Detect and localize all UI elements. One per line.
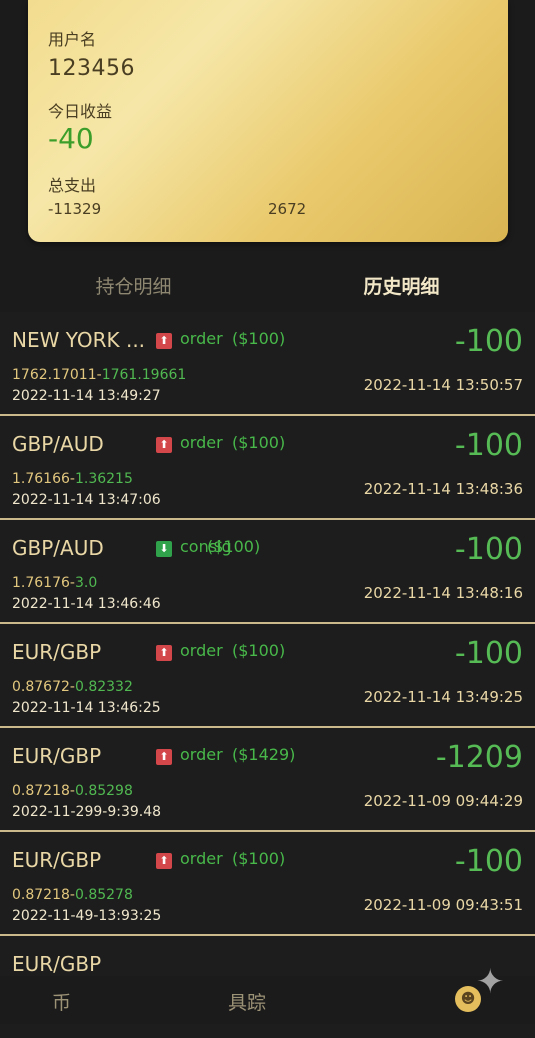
open-time: 2022-11-299-9:39.48 xyxy=(12,804,162,820)
open-time: 2022-11-14 13:46:46 xyxy=(12,596,161,612)
order-type: order xyxy=(180,745,223,764)
order-row[interactable]: EUR/GBP ⬆ order ($100) 0.87218-0.85278 2… xyxy=(0,832,535,936)
close-price: 0.85278 xyxy=(74,887,133,903)
close-time: 2022-11-09 09:44:29 xyxy=(363,792,523,810)
order-type: order xyxy=(180,329,223,348)
order-row[interactable]: EUR/GBP ⬆ order ($1429) 0.87218-0.85298 … xyxy=(0,728,535,832)
username-value: 123456 xyxy=(48,56,135,81)
order-prices: 1.76166-1.36215 xyxy=(12,471,133,487)
order-symbol: EUR/GBP xyxy=(12,848,102,872)
total-expense-value: -11329 xyxy=(48,200,102,218)
open-price: 1762.17011 xyxy=(12,367,97,383)
order-prices: 1.76176-3.0 xyxy=(12,575,98,591)
open-price: 1.76166 xyxy=(12,471,70,487)
right-value: 2672 xyxy=(268,200,307,218)
open-time: 2022-11-14 13:49:27 xyxy=(12,388,161,404)
order-symbol: NEW YORK ... xyxy=(12,328,146,352)
tab-bar: 持仓明细 历史明细 xyxy=(0,264,535,314)
tab-positions[interactable]: 持仓明细 xyxy=(0,264,267,312)
close-time: 2022-11-09 09:43:51 xyxy=(363,896,523,914)
order-type: order xyxy=(180,849,223,868)
nav-item-2[interactable]: 具踪 xyxy=(228,988,266,1015)
order-prices: 0.87218-0.85298 xyxy=(12,783,133,799)
tab-history[interactable]: 历史明细 xyxy=(268,264,535,314)
order-profit: -1209 xyxy=(435,740,523,775)
order-prices: 0.87672-0.82332 xyxy=(12,679,133,695)
close-price: 3.0 xyxy=(74,575,98,591)
direction-up-icon: ⬆ xyxy=(156,749,172,765)
open-price: 0.87672 xyxy=(12,679,70,695)
direction-up-icon: ⬆ xyxy=(156,333,172,349)
order-profit: -100 xyxy=(454,532,523,567)
open-time: 2022-11-14 13:47:06 xyxy=(12,492,161,508)
username-label: 用户名 xyxy=(48,30,97,49)
direction-up-icon: ⬆ xyxy=(156,853,172,869)
open-time: 2022-11-14 13:46:25 xyxy=(12,700,161,716)
close-time: 2022-11-14 13:48:16 xyxy=(363,584,523,602)
open-price: 0.87218 xyxy=(12,783,70,799)
order-profit: -100 xyxy=(454,428,523,463)
nav-item-1[interactable]: 币 xyxy=(52,988,71,1015)
order-symbol: EUR/GBP xyxy=(12,640,102,664)
close-time: 2022-11-14 13:48:36 xyxy=(363,480,523,498)
order-row[interactable]: GBP/AUD ⬆ order ($100) 1.76166-1.36215 2… xyxy=(0,416,535,520)
order-profit: -100 xyxy=(454,636,523,671)
close-price: 0.82332 xyxy=(74,679,133,695)
open-price: 0.87218 xyxy=(12,887,70,903)
order-symbol: GBP/AUD xyxy=(12,432,104,456)
order-amount: ($100) xyxy=(207,537,261,556)
direction-down-icon: ⬇ xyxy=(156,541,172,557)
order-profit: -100 xyxy=(454,324,523,359)
order-profit: -100 xyxy=(454,844,523,879)
open-time: 2022-11-49-13:93:25 xyxy=(12,908,162,924)
order-amount: ($100) xyxy=(232,849,286,868)
today-income-value: -40 xyxy=(48,122,94,155)
close-price: 1.36215 xyxy=(74,471,133,487)
direction-up-icon: ⬆ xyxy=(156,645,172,661)
direction-up-icon: ⬆ xyxy=(156,437,172,453)
order-type: order xyxy=(180,433,223,452)
order-row[interactable]: NEW YORK ... ⬆ order ($100) 1762.17011-1… xyxy=(0,312,535,416)
order-symbol: EUR/GBP xyxy=(12,952,102,976)
close-price: 1761.19661 xyxy=(101,367,187,383)
account-card: 用户名 123456 今日收益 -40 总支出 -11329 2672 xyxy=(28,0,508,242)
close-time: 2022-11-14 13:50:57 xyxy=(363,376,523,394)
order-list: NEW YORK ... ⬆ order ($100) 1762.17011-1… xyxy=(0,312,535,1038)
order-amount: ($100) xyxy=(232,329,286,348)
order-prices: 0.87218-0.85278 xyxy=(12,887,133,903)
bottom-nav: 币 具踪 ☻ xyxy=(0,976,535,1024)
close-time: 2022-11-14 13:49:25 xyxy=(363,688,523,706)
total-expense-label: 总支出 xyxy=(48,176,97,195)
order-symbol: GBP/AUD xyxy=(12,536,104,560)
open-price: 1.76176 xyxy=(12,575,70,591)
order-amount: ($100) xyxy=(232,641,286,660)
order-amount: ($100) xyxy=(232,433,286,452)
order-type: order xyxy=(180,641,223,660)
order-row[interactable]: EUR/GBP ⬆ order ($100) 0.87672-0.82332 2… xyxy=(0,624,535,728)
today-income-label: 今日收益 xyxy=(48,102,113,121)
order-symbol: EUR/GBP xyxy=(12,744,102,768)
order-amount: ($1429) xyxy=(232,745,296,764)
close-price: 0.85298 xyxy=(74,783,133,799)
sparkle-icon: ✦ xyxy=(476,962,505,1002)
order-row[interactable]: GBP/AUD ⬇ consig ($100) 1.76176-3.0 2022… xyxy=(0,520,535,624)
order-prices: 1762.17011-1761.19661 xyxy=(12,367,187,383)
